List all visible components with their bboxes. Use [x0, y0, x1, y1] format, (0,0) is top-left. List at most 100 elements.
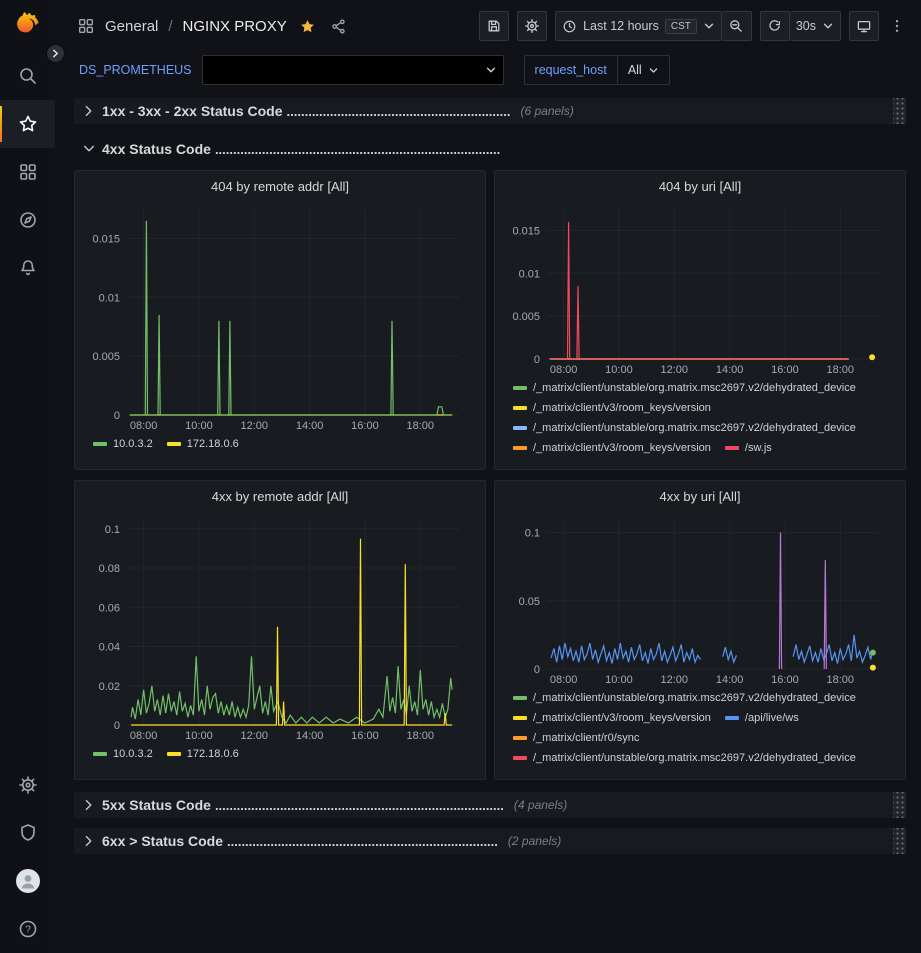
svg-text:16:00: 16:00 [771, 364, 799, 376]
legend-label: /_matrix/client/unstable/org.matrix.msc2… [533, 382, 856, 394]
breadcrumb-separator: / [168, 18, 172, 35]
dashboard-settings-button[interactable] [517, 11, 547, 41]
dashboard-row-5xx[interactable]: 5xx Status Code ........................… [74, 792, 906, 818]
svg-text:08:00: 08:00 [130, 730, 158, 742]
refresh-button[interactable] [760, 11, 790, 41]
timeseries-chart[interactable]: 08:0010:0012:0014:0016:0018:0000.050.1 [505, 511, 895, 687]
sidebar-expand-button[interactable] [46, 44, 65, 63]
svg-text:12:00: 12:00 [661, 364, 689, 376]
svg-text:10:00: 10:00 [185, 730, 213, 742]
panel-404-by-remote-addr: 404 by remote addr [All] 08:0010:0012:00… [74, 170, 486, 470]
chart-legend: 10.0.3.2 172.18.0.6 [85, 743, 475, 763]
star-filled-icon [299, 18, 316, 35]
svg-text:0.06: 0.06 [99, 602, 120, 614]
sidebar-item-dashboards[interactable] [0, 148, 55, 196]
panel-title[interactable]: 4xx by uri [All] [505, 481, 895, 511]
chart-legend: /_matrix/client/unstable/org.matrix.msc2… [505, 377, 895, 457]
gear-icon [18, 775, 38, 795]
datasource-select[interactable] [202, 55, 504, 85]
legend-marker [513, 406, 527, 410]
svg-text:10:00: 10:00 [605, 364, 633, 376]
svg-text:16:00: 16:00 [771, 674, 799, 686]
breadcrumb-section[interactable]: General [105, 18, 158, 35]
favorite-star-button[interactable] [297, 16, 318, 37]
legend-item[interactable]: 172.18.0.6 [167, 435, 239, 453]
legend-marker [167, 752, 181, 756]
legend-marker [513, 696, 527, 700]
svg-text:0: 0 [114, 720, 120, 732]
chart-legend: /_matrix/client/unstable/org.matrix.msc2… [505, 687, 895, 767]
legend-item[interactable]: /_matrix/client/v3/room_keys/version [513, 709, 711, 727]
row-drag-handle[interactable] [893, 98, 906, 124]
row-panel-count: (6 panels) [520, 104, 573, 118]
legend-item[interactable]: /_matrix/client/unstable/org.matrix.msc2… [513, 689, 856, 707]
legend-item[interactable]: 10.0.3.2 [93, 435, 153, 453]
save-dashboard-button[interactable] [479, 11, 509, 41]
panel-title[interactable]: 4xx by remote addr [All] [85, 481, 475, 511]
svg-text:0.005: 0.005 [92, 351, 120, 363]
legend-marker [513, 426, 527, 430]
sidebar-item-help[interactable]: ? [0, 905, 55, 953]
kiosk-mode-button[interactable] [849, 11, 879, 41]
save-icon [486, 18, 502, 34]
svg-text:08:00: 08:00 [130, 420, 158, 432]
row-leader-dots: ........................................… [215, 798, 504, 813]
svg-text:16:00: 16:00 [351, 420, 379, 432]
sidebar-item-profile[interactable] [0, 857, 55, 905]
grafana-logo[interactable] [0, 0, 55, 52]
legend-marker [725, 716, 739, 720]
request-host-select[interactable]: All [618, 55, 670, 85]
row-drag-handle[interactable] [893, 828, 906, 854]
chevron-down-icon [485, 64, 497, 76]
legend-item[interactable]: /_matrix/client/v3/room_keys/version [513, 399, 711, 417]
legend-item[interactable]: 10.0.3.2 [93, 745, 153, 763]
time-range-picker[interactable]: Last 12 hours CST [555, 11, 722, 41]
svg-text:14:00: 14:00 [296, 420, 324, 432]
timeseries-chart[interactable]: 08:0010:0012:0014:0016:0018:0000.020.040… [85, 511, 475, 743]
panel-title[interactable]: 404 by remote addr [All] [85, 171, 475, 201]
svg-text:0.01: 0.01 [99, 292, 120, 304]
sidebar-item-explore[interactable] [0, 196, 55, 244]
share-dashboard-button[interactable] [328, 16, 349, 37]
panel-404-by-uri: 404 by uri [All] 08:0010:0012:0014:0016:… [494, 170, 906, 470]
chevron-down-icon [648, 65, 659, 76]
legend-item[interactable]: /_matrix/client/unstable/org.matrix.msc2… [513, 749, 856, 767]
legend-label: /_matrix/client/v3/room_keys/version [533, 402, 711, 414]
sidebar-item-search[interactable] [0, 52, 55, 100]
sidebar-item-configuration[interactable] [0, 761, 55, 809]
legend-item[interactable]: /api/live/ws [725, 709, 799, 727]
svg-text:18:00: 18:00 [407, 420, 435, 432]
legend-item[interactable]: /_matrix/client/unstable/org.matrix.msc2… [513, 379, 856, 397]
timeseries-chart[interactable]: 08:0010:0012:0014:0016:0018:0000.0050.01… [85, 201, 475, 433]
panel-title[interactable]: 404 by uri [All] [505, 171, 895, 201]
sidebar-item-server-admin[interactable] [0, 809, 55, 857]
timeseries-chart[interactable]: 08:0010:0012:0014:0016:0018:0000.0050.01… [505, 201, 895, 377]
dashboard-row-4xx[interactable]: 4xx Status Code ........................… [74, 136, 906, 162]
legend-item[interactable]: /_matrix/client/r0/sync [513, 729, 639, 747]
legend-item[interactable]: /sw.js [725, 439, 772, 457]
legend-item[interactable]: /_matrix/client/unstable/org.matrix.msc2… [513, 419, 856, 437]
row-title: 5xx Status Code [102, 797, 211, 813]
svg-text:0.1: 0.1 [525, 528, 540, 540]
chevron-right-icon [82, 798, 96, 812]
sidebar-item-starred[interactable] [0, 100, 55, 148]
zoom-out-button[interactable] [722, 11, 752, 41]
dashboard-row-6xx[interactable]: 6xx > Status Code ......................… [74, 828, 906, 854]
legend-item[interactable]: 172.18.0.6 [167, 745, 239, 763]
bell-icon [18, 258, 38, 278]
svg-text:10:00: 10:00 [605, 674, 633, 686]
svg-text:0.015: 0.015 [512, 225, 540, 237]
row-drag-handle[interactable] [893, 792, 906, 818]
panel-4xx-by-remote-addr: 4xx by remote addr [All] 08:0010:0012:00… [74, 480, 486, 780]
dashboard-row-1xx-3xx-2xx[interactable]: 1xx - 3xx - 2xx Status Code ............… [74, 98, 906, 124]
more-options-button[interactable] [887, 16, 907, 36]
refresh-interval-picker[interactable]: 30s [790, 11, 841, 41]
legend-item[interactable]: /_matrix/client/v3/room_keys/version [513, 439, 711, 457]
svg-text:10:00: 10:00 [185, 420, 213, 432]
legend-label: 172.18.0.6 [187, 748, 239, 760]
row-title: 1xx - 3xx - 2xx Status Code [102, 103, 283, 119]
variables-bar: DS_PROMETHEUS request_host All [55, 52, 921, 88]
sidebar-item-alerting[interactable] [0, 244, 55, 292]
svg-text:0.1: 0.1 [105, 524, 120, 536]
svg-text:0.04: 0.04 [99, 642, 120, 654]
